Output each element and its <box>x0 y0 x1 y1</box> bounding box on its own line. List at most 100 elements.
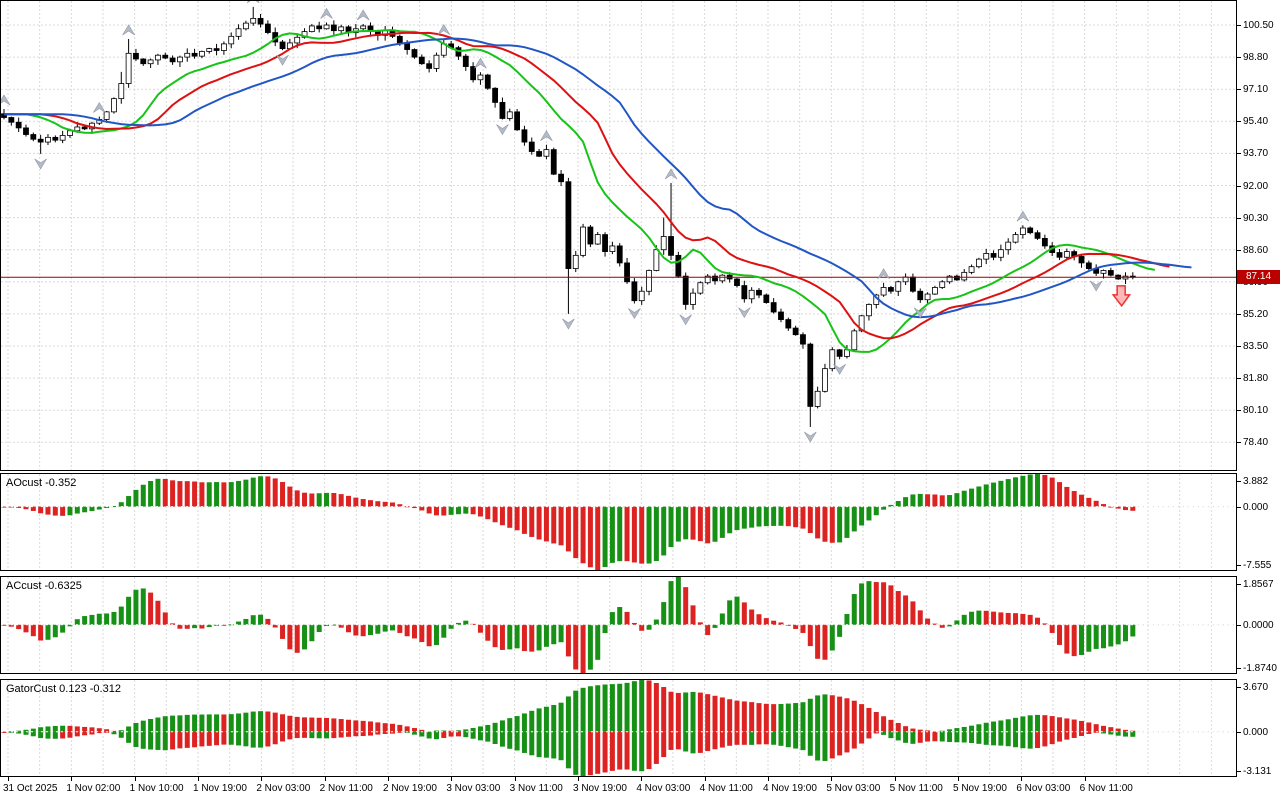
histogram-bar <box>896 501 901 507</box>
candle-down <box>1057 253 1062 258</box>
histogram-bar <box>1020 614 1025 625</box>
histogram-bar <box>998 732 1003 746</box>
histogram-bar <box>830 507 835 543</box>
histogram-bar <box>493 625 498 647</box>
histogram-bar <box>199 732 204 747</box>
price-axis-label: 90.30 <box>1243 213 1268 224</box>
histogram-bar <box>844 698 849 732</box>
histogram-bar <box>742 507 747 529</box>
histogram-bar <box>185 732 190 748</box>
histogram-bar <box>89 615 94 625</box>
aocust-chart[interactable] <box>0 473 1237 571</box>
histogram-bar <box>625 612 630 625</box>
histogram-bar <box>874 712 879 732</box>
histogram-bar <box>339 732 344 738</box>
histogram-bar <box>793 507 798 528</box>
histogram-bar <box>522 732 527 753</box>
trading-chart-window: AOcust -0.352 ACcust -0.6325 GatorCust 0… <box>0 0 1280 800</box>
histogram-bar <box>603 625 608 633</box>
histogram-bar <box>507 718 512 732</box>
histogram-bar <box>53 625 58 637</box>
time-tick <box>1021 777 1022 781</box>
histogram-bar <box>881 716 886 732</box>
histogram-bar <box>1101 726 1106 732</box>
histogram-bar <box>361 625 366 636</box>
candle-up <box>185 53 190 57</box>
candle-up <box>309 26 314 32</box>
histogram-bar <box>229 482 234 507</box>
main-price-chart[interactable] <box>0 0 1237 471</box>
histogram-bar <box>361 499 366 507</box>
histogram-bar <box>1020 716 1025 731</box>
histogram-bar <box>954 732 959 742</box>
candle-up <box>698 283 703 293</box>
candle-down <box>9 118 14 123</box>
histogram-bar <box>309 732 314 738</box>
accust-chart[interactable] <box>0 576 1237 674</box>
gatorcust-chart[interactable] <box>0 679 1237 777</box>
histogram-bar <box>273 478 278 506</box>
histogram-bar <box>749 507 754 528</box>
histogram-bar <box>1064 487 1069 507</box>
histogram-bar <box>940 732 945 742</box>
histogram-bar <box>735 507 740 531</box>
histogram-bar <box>89 727 94 731</box>
histogram-bar <box>1057 717 1062 731</box>
time-axis-label: 3 Nov 11:00 <box>510 783 563 794</box>
histogram-bar <box>1006 613 1011 625</box>
histogram-bar <box>456 732 461 737</box>
histogram-bar <box>1086 722 1091 731</box>
histogram-bar <box>720 507 725 538</box>
histogram-bar <box>888 732 893 738</box>
histogram-bar <box>309 718 314 732</box>
histogram-bar <box>837 507 842 543</box>
time-tick <box>8 777 9 781</box>
histogram-bar <box>60 726 65 732</box>
histogram-bar <box>1130 507 1135 511</box>
histogram-bar <box>830 695 835 732</box>
candle-down <box>888 287 893 291</box>
candle-down <box>1086 263 1091 269</box>
candle-down <box>38 139 43 142</box>
histogram-bar <box>962 491 967 507</box>
histogram-bar <box>566 625 571 657</box>
histogram-bar <box>221 714 226 731</box>
time-axis-label: 5 Nov 11:00 <box>890 783 943 794</box>
candle-down <box>280 42 285 49</box>
histogram-bar <box>207 732 212 746</box>
histogram-bar <box>185 715 190 732</box>
histogram-bar <box>793 625 798 629</box>
main-price-panel <box>0 0 1237 471</box>
histogram-bar <box>251 732 256 748</box>
histogram-bar <box>170 716 175 732</box>
histogram-bar <box>265 732 270 747</box>
histogram-bar <box>544 625 549 647</box>
histogram-bar <box>962 732 967 743</box>
histogram-bar <box>559 703 564 732</box>
histogram-bar <box>1072 625 1077 656</box>
candle-up <box>1013 235 1018 243</box>
histogram-bar <box>375 722 380 731</box>
histogram-bar <box>588 686 593 732</box>
histogram-bar <box>771 621 776 625</box>
histogram-bar <box>1086 625 1091 652</box>
candle-down <box>419 57 424 64</box>
time-tick <box>451 777 452 781</box>
candle-up <box>720 275 725 281</box>
candle-down <box>471 67 476 80</box>
histogram-bar <box>287 716 292 732</box>
histogram-bar <box>507 625 512 650</box>
histogram-bar <box>896 591 901 625</box>
histogram-bar <box>529 625 534 652</box>
price-axis-label: 81.80 <box>1243 373 1268 384</box>
histogram-bar <box>273 732 278 744</box>
histogram-bar <box>60 507 65 516</box>
histogram-bar <box>852 594 857 625</box>
histogram-bar <box>815 732 820 761</box>
histogram-bar <box>800 732 805 750</box>
histogram-bar <box>346 732 351 737</box>
histogram-bar <box>390 724 395 732</box>
aocust-indicator-panel <box>0 473 1237 571</box>
axis-tick <box>1237 625 1241 626</box>
histogram-bar <box>1028 732 1033 749</box>
